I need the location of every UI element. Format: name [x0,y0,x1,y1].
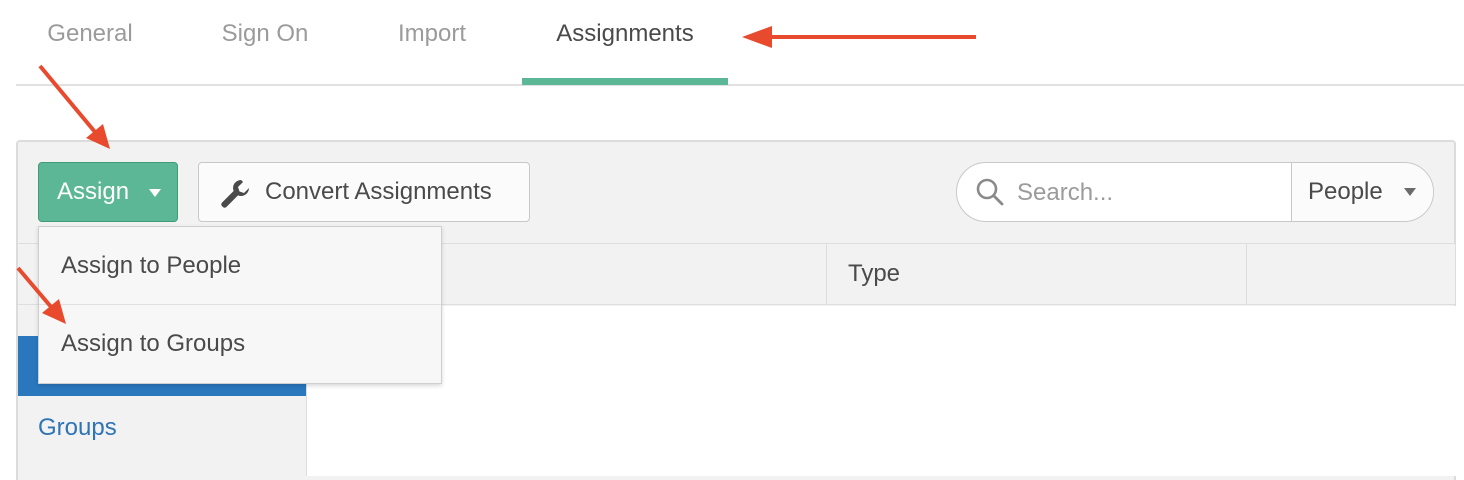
search-filter-value: People [1308,178,1383,205]
menu-item-assign-to-people[interactable]: Assign to People [39,227,441,305]
assignments-list [306,306,1456,476]
assign-button-label: Assign [57,178,130,205]
tab-general[interactable]: General [20,0,160,86]
tab-import[interactable]: Import [378,0,486,86]
tab-assignments[interactable]: Assignments [522,0,728,86]
wrench-icon [221,180,249,208]
caret-down-icon [1404,188,1416,196]
search-box: People [956,162,1434,222]
search-input[interactable] [1015,163,1289,221]
convert-assignments-label: Convert Assignments [265,178,492,205]
column-divider [1246,244,1247,304]
menu-item-assign-to-groups[interactable]: Assign to Groups [39,305,441,383]
sidebar-item-groups[interactable]: Groups [38,414,117,442]
tab-bar: General Sign On Import Assignments [16,0,1464,86]
assign-button[interactable]: Assign [38,162,178,222]
active-tab-indicator [522,78,728,85]
column-header-type: Type [848,260,901,287]
search-icon [976,178,1004,206]
convert-assignments-button[interactable]: Convert Assignments [198,162,530,222]
assign-dropdown-menu: Assign to People Assign to Groups [38,226,442,384]
caret-down-icon [149,189,161,197]
column-divider [826,244,827,304]
tab-sign-on[interactable]: Sign On [200,0,330,86]
search-filter-select[interactable]: People [1292,163,1433,221]
